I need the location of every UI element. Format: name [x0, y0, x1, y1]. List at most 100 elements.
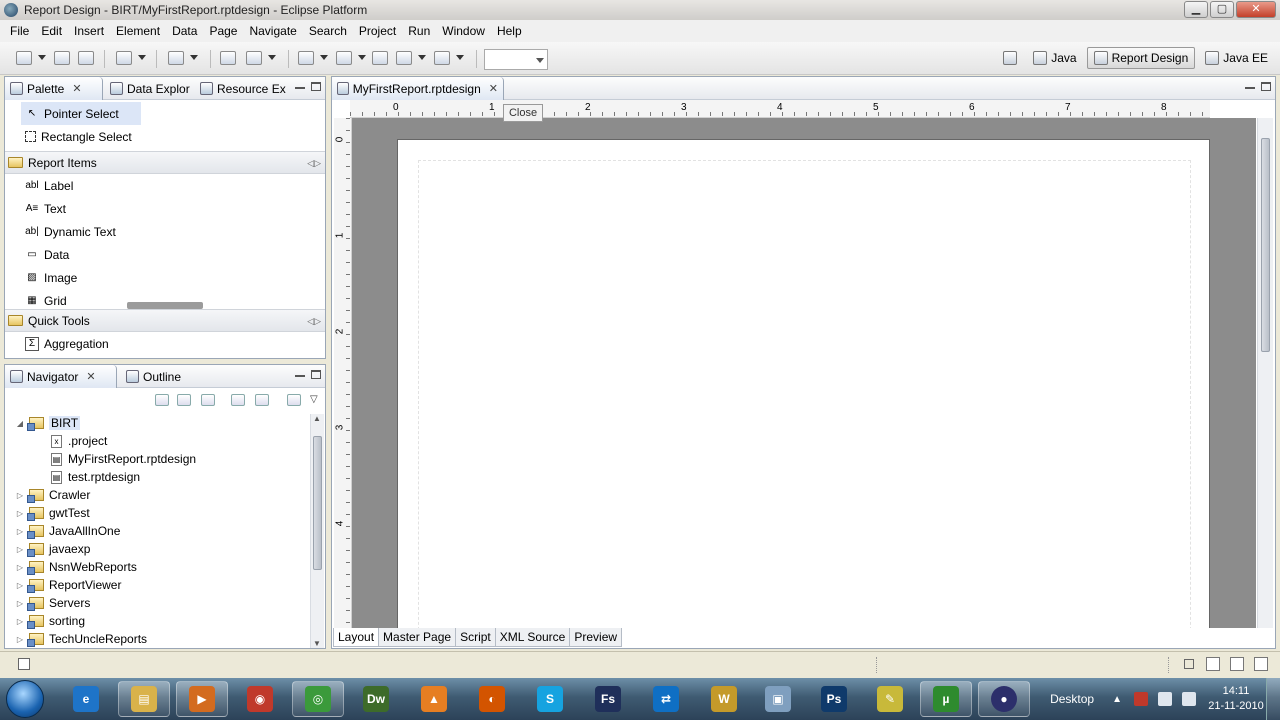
perspective-java[interactable]: Java: [1027, 47, 1082, 69]
last-edit-icon[interactable]: [372, 51, 388, 65]
tree-item-project[interactable]: ▷ sorting: [15, 612, 85, 630]
expanded-twisty-icon[interactable]: ◢: [15, 419, 25, 428]
taskbar-app[interactable]: Ps: [808, 681, 860, 717]
perspective-report-design[interactable]: Report Design: [1086, 47, 1196, 69]
maximize-button[interactable]: ▢: [1210, 1, 1234, 18]
taskbar-app[interactable]: Dw: [350, 681, 402, 717]
new-dropdown-icon[interactable]: [38, 55, 46, 60]
taskbar-app[interactable]: ▶: [176, 681, 228, 717]
minimize-button[interactable]: ▁: [1184, 1, 1208, 18]
tree-item-project[interactable]: ▷ JavaAllInOne: [15, 522, 120, 540]
tab-outline[interactable]: Outline: [121, 365, 186, 388]
report-item-data[interactable]: ▭ Data: [5, 243, 325, 266]
open-perspective-button[interactable]: [997, 47, 1023, 69]
forward-icon[interactable]: [177, 394, 191, 406]
collapsed-twisty-icon[interactable]: ▷: [15, 491, 25, 500]
tab-resource-explorer[interactable]: Resource Ex: [195, 77, 291, 100]
preview-dropdown-icon[interactable]: [138, 55, 146, 60]
desktop-toolbar-label[interactable]: Desktop: [1050, 692, 1094, 706]
drawer-report-items[interactable]: Report Items ◁▷: [5, 151, 325, 174]
close-icon[interactable]: ✕: [86, 370, 95, 383]
taskbar-app[interactable]: Fs: [582, 681, 634, 717]
close-button[interactable]: ✕: [1236, 1, 1276, 18]
tree-item-project[interactable]: ▷ NsnWebReports: [15, 558, 137, 576]
menu-page[interactable]: Page: [203, 20, 243, 42]
tree-item-project[interactable]: ▷ ReportViewer: [15, 576, 121, 594]
close-icon[interactable]: ✕: [489, 82, 498, 95]
collapsed-twisty-icon[interactable]: ▷: [15, 581, 25, 590]
taskbar-app[interactable]: ▲: [408, 681, 460, 717]
minimize-view-button[interactable]: [295, 87, 305, 89]
forward-dropdown-icon[interactable]: [456, 55, 464, 60]
zoom-combo[interactable]: [484, 49, 548, 70]
tab-xml-source[interactable]: XML Source: [494, 628, 571, 647]
next-annotation-icon[interactable]: [298, 51, 314, 65]
taskbar-app[interactable]: ●: [978, 681, 1030, 717]
menu-element[interactable]: Element: [110, 20, 166, 42]
outline-icon[interactable]: [1254, 657, 1268, 671]
menu-navigate[interactable]: Navigate: [243, 20, 302, 42]
tree-item-project[interactable]: ▷ Crawler: [15, 486, 90, 504]
taskbar-app[interactable]: ◎: [292, 681, 344, 717]
menu-project[interactable]: Project: [353, 20, 402, 42]
report-item-text[interactable]: A≡ Text: [5, 197, 325, 220]
drawer-collapse-icon[interactable]: ◁▷: [307, 158, 321, 169]
menu-help[interactable]: Help: [491, 20, 528, 42]
back-dropdown-icon[interactable]: [418, 55, 426, 60]
menu-file[interactable]: File: [4, 20, 35, 42]
next-annotation-dropdown-icon[interactable]: [320, 55, 328, 60]
report-item-dynamic-text[interactable]: ab| Dynamic Text: [5, 220, 325, 243]
open-type-icon[interactable]: [220, 51, 236, 65]
fast-view-icon[interactable]: [18, 658, 30, 670]
save-icon[interactable]: [54, 51, 70, 65]
scroll-thumb[interactable]: [313, 436, 322, 570]
minimize-view-button[interactable]: [295, 375, 305, 377]
print-icon[interactable]: [78, 51, 94, 65]
run-dropdown-icon[interactable]: [190, 55, 198, 60]
tab-master-page[interactable]: Master Page: [378, 628, 457, 647]
taskbar-app[interactable]: ✎: [864, 681, 916, 717]
tab-myfirstreport[interactable]: MyFirstReport.rptdesign ✕: [332, 77, 504, 100]
menu-search[interactable]: Search: [303, 20, 353, 42]
collapsed-twisty-icon[interactable]: ▷: [15, 635, 25, 644]
filters-icon[interactable]: [287, 394, 301, 406]
taskbar-app[interactable]: ▤: [118, 681, 170, 717]
quick-tool-aggregation[interactable]: Σ Aggregation: [5, 332, 325, 355]
collapsed-twisty-icon[interactable]: ▷: [15, 617, 25, 626]
tree-item-file[interactable]: ▤ MyFirstReport.rptdesign: [51, 450, 196, 468]
taskbar-app[interactable]: ⇄: [640, 681, 692, 717]
close-icon[interactable]: ✕: [72, 82, 81, 95]
forward-arrow-icon[interactable]: [434, 51, 450, 65]
maximize-editor-button[interactable]: [1261, 82, 1271, 91]
link-with-editor-icon[interactable]: [255, 394, 269, 406]
tree-item-file[interactable]: x .project: [51, 432, 107, 450]
navigator-scrollbar[interactable]: ▲ ▼: [310, 414, 324, 648]
tree-item-project[interactable]: ▷ gwtTest: [15, 504, 90, 522]
collapsed-twisty-icon[interactable]: ▷: [15, 545, 25, 554]
action-center-icon[interactable]: [1134, 692, 1148, 706]
tree-item-project[interactable]: ▷ javaexp: [15, 540, 90, 558]
prev-annotation-icon[interactable]: [336, 51, 352, 65]
preview-report-icon[interactable]: [116, 51, 132, 65]
report-item-image[interactable]: ▨ Image: [5, 266, 325, 289]
maximize-view-button[interactable]: [311, 82, 321, 91]
problems-icon[interactable]: [1230, 657, 1244, 671]
collapsed-twisty-icon[interactable]: ▷: [15, 599, 25, 608]
network-icon[interactable]: [1158, 692, 1172, 706]
drawer-scroll-indicator[interactable]: [127, 302, 203, 309]
start-button[interactable]: [6, 680, 44, 718]
taskbar-app[interactable]: S: [524, 681, 576, 717]
page-body[interactable]: [418, 160, 1191, 628]
menu-run[interactable]: Run: [402, 20, 436, 42]
collapsed-twisty-icon[interactable]: ▷: [15, 509, 25, 518]
minimize-editor-button[interactable]: [1245, 87, 1255, 89]
collapsed-twisty-icon[interactable]: ▷: [15, 527, 25, 536]
menu-insert[interactable]: Insert: [68, 20, 110, 42]
new-icon[interactable]: [16, 51, 32, 65]
menu-edit[interactable]: Edit: [35, 20, 68, 42]
back-arrow-icon[interactable]: [396, 51, 412, 65]
clock[interactable]: 14:11 21-11-2010: [1206, 684, 1266, 714]
taskbar-app[interactable]: W: [698, 681, 750, 717]
tab-navigator[interactable]: Navigator ✕: [5, 365, 117, 388]
run-icon[interactable]: [168, 51, 184, 65]
